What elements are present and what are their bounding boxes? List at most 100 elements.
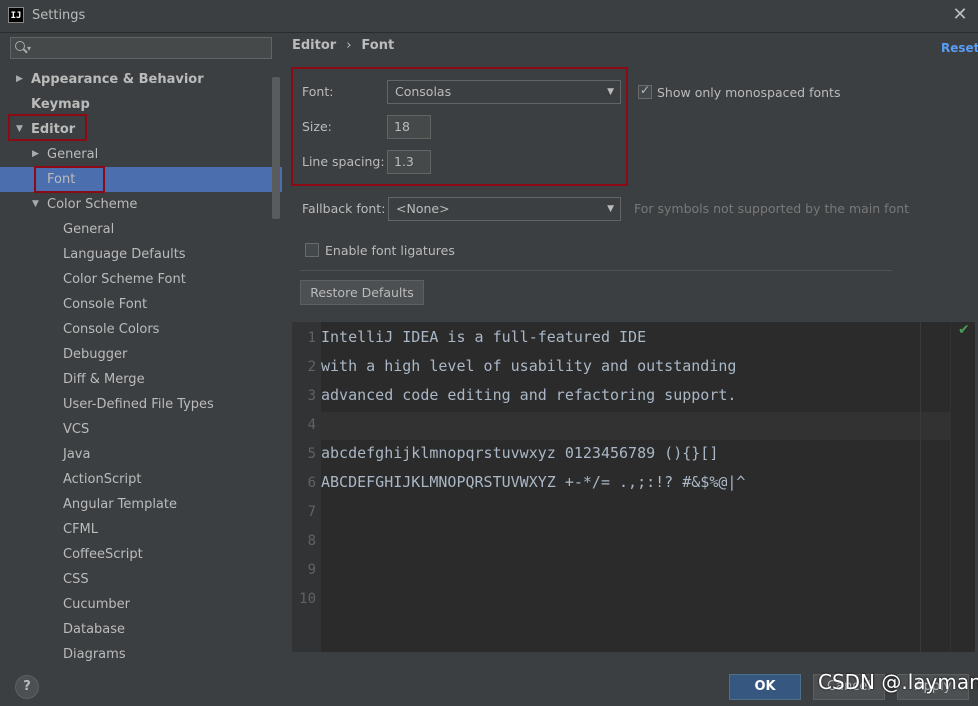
sidebar-item-cucumber[interactable]: Cucumber bbox=[0, 592, 282, 617]
line-number: 3 bbox=[307, 388, 316, 404]
inspection-ok-icon: ✔ bbox=[958, 322, 970, 338]
preview-code-line: with a high level of usability and outst… bbox=[321, 357, 737, 375]
sidebar-item-label: Editor bbox=[31, 122, 76, 137]
sidebar-item-label: Console Font bbox=[63, 297, 148, 312]
chevron-down-icon: ▾ bbox=[27, 44, 32, 53]
sidebar-item-label: Diff & Merge bbox=[63, 372, 145, 387]
sidebar-item-label: Color Scheme Font bbox=[63, 272, 186, 287]
sidebar-item-label: Java bbox=[63, 447, 91, 462]
sidebar-item-label: Database bbox=[63, 622, 126, 637]
restore-defaults-button[interactable]: Restore Defaults bbox=[300, 280, 424, 305]
sidebar-scrollbar[interactable] bbox=[272, 77, 280, 219]
line-spacing-label: Line spacing: bbox=[302, 154, 385, 169]
sidebar-item-console-font[interactable]: Console Font bbox=[0, 292, 282, 317]
breadcrumb-current: Font bbox=[361, 38, 395, 53]
help-button[interactable]: ? bbox=[15, 675, 39, 699]
sidebar-item-color-scheme[interactable]: ▼ Color Scheme bbox=[0, 192, 282, 217]
sidebar-item-label: Diagrams bbox=[63, 647, 126, 661]
sidebar-item-general[interactable]: ▶ General bbox=[0, 142, 282, 167]
sidebar-item-label: VCS bbox=[63, 422, 90, 437]
sidebar-item-label: Color Scheme bbox=[47, 197, 138, 212]
sidebar-item-label: User-Defined File Types bbox=[63, 397, 214, 412]
sidebar-item-actionscript[interactable]: ActionScript bbox=[0, 467, 282, 492]
line-number: 1 bbox=[307, 330, 316, 346]
ok-button[interactable]: OK bbox=[729, 674, 801, 700]
collapsed-arrow-icon[interactable]: ▶ bbox=[16, 67, 23, 92]
line-number: 7 bbox=[307, 504, 316, 520]
monospaced-label: Show only monospaced fonts bbox=[657, 85, 841, 100]
sidebar-item-coffeescript[interactable]: CoffeeScript bbox=[0, 542, 282, 567]
section-divider bbox=[300, 270, 892, 271]
line-number: 9 bbox=[307, 562, 316, 578]
breadcrumb: Editor › Font bbox=[292, 38, 394, 53]
ligatures-label: Enable font ligatures bbox=[325, 243, 455, 258]
expanded-arrow-icon[interactable]: ▼ bbox=[32, 192, 39, 217]
breadcrumb-separator: › bbox=[346, 38, 352, 53]
monospaced-checkbox[interactable] bbox=[638, 83, 652, 99]
sidebar-item-label: Debugger bbox=[63, 347, 128, 362]
expanded-arrow-icon[interactable]: ▼ bbox=[16, 117, 23, 142]
search-input[interactable]: ▾ bbox=[10, 37, 272, 59]
breadcrumb-parent[interactable]: Editor bbox=[292, 38, 336, 53]
sidebar-item-java[interactable]: Java bbox=[0, 442, 282, 467]
sidebar-item-diagrams[interactable]: Diagrams bbox=[0, 642, 282, 661]
fallback-font-hint: For symbols not supported by the main fo… bbox=[634, 201, 910, 216]
fallback-font-value: <None> bbox=[396, 201, 450, 216]
sidebar-item-label: General bbox=[47, 147, 99, 162]
preview-code-line: abcdefghijklmnopqrstuvwxyz 0123456789 ()… bbox=[321, 444, 719, 462]
sidebar-item-label: Console Colors bbox=[63, 322, 160, 337]
sidebar-item-editor[interactable]: ▼ Editor bbox=[0, 117, 282, 142]
window-title: Settings bbox=[32, 8, 86, 23]
sidebar-item-language-defaults[interactable]: Language Defaults bbox=[0, 242, 282, 267]
sidebar-item-cfml[interactable]: CFML bbox=[0, 517, 282, 542]
font-label: Font: bbox=[302, 84, 334, 99]
line-number: 2 bbox=[307, 359, 316, 375]
sidebar-item-color-scheme-font[interactable]: Color Scheme Font bbox=[0, 267, 282, 292]
sidebar-item-general[interactable]: General bbox=[0, 217, 282, 242]
sidebar-item-label: CoffeeScript bbox=[63, 547, 143, 562]
sidebar-item-label: Font bbox=[47, 172, 76, 187]
sidebar-item-label: Appearance & Behavior bbox=[31, 72, 204, 87]
sidebar-item-user-defined-file-types[interactable]: User-Defined File Types bbox=[0, 392, 282, 417]
size-field[interactable]: 18 bbox=[387, 115, 431, 139]
ligatures-checkbox[interactable] bbox=[305, 243, 319, 257]
preview-scrollbar[interactable] bbox=[950, 322, 975, 652]
sidebar-item-debugger[interactable]: Debugger bbox=[0, 342, 282, 367]
preview-code-line: ABCDEFGHIJKLMNOPQRSTUVWXYZ +-*/= .,;:!? … bbox=[321, 473, 746, 491]
title-bar: IJ Settings ✕ bbox=[0, 0, 978, 33]
font-dropdown[interactable]: Consolas ▼ bbox=[387, 80, 621, 104]
font-preview-editor[interactable]: 1 2 3 4 5 6 7 8 9 10 IntelliJ IDEA is a full-feat… bbox=[292, 322, 975, 652]
preview-code-line: IntelliJ IDEA is a full-featured IDE bbox=[321, 328, 647, 346]
sidebar-item-diff-merge[interactable]: Diff & Merge bbox=[0, 367, 282, 392]
right-margin-guide bbox=[920, 322, 921, 652]
sidebar-item-console-colors[interactable]: Console Colors bbox=[0, 317, 282, 342]
sidebar-item-font[interactable]: Font bbox=[0, 167, 282, 192]
font-value: Consolas bbox=[395, 84, 452, 99]
sidebar-item-angular-template[interactable]: Angular Template bbox=[0, 492, 282, 517]
collapsed-arrow-icon[interactable]: ▶ bbox=[32, 142, 39, 167]
sidebar-item-label: CFML bbox=[63, 522, 99, 537]
sidebar-item-label: Keymap bbox=[31, 97, 90, 112]
settings-sidebar: ▾ ▶ Appearance & Behavior Keymap ▼ Editor ▶ Ge… bbox=[0, 33, 282, 661]
line-number: 6 bbox=[307, 475, 316, 491]
reset-link[interactable]: Reset bbox=[941, 41, 978, 55]
sidebar-item-database[interactable]: Database bbox=[0, 617, 282, 642]
line-spacing-field[interactable]: 1.3 bbox=[387, 150, 431, 174]
line-number-gutter: 1 2 3 4 5 6 7 8 9 10 bbox=[292, 322, 321, 652]
csdn-watermark: CSDN @.layman bbox=[818, 670, 978, 694]
search-icon bbox=[15, 41, 25, 51]
caret-row-highlight bbox=[321, 412, 950, 440]
sidebar-item-label: Language Defaults bbox=[63, 247, 186, 262]
dropdown-arrow-icon: ▼ bbox=[607, 87, 614, 97]
sidebar-item-label: Cucumber bbox=[63, 597, 130, 612]
sidebar-item-label: Angular Template bbox=[63, 497, 177, 512]
sidebar-item-css[interactable]: CSS bbox=[0, 567, 282, 592]
sidebar-item-label: ActionScript bbox=[63, 472, 142, 487]
close-icon[interactable]: ✕ bbox=[950, 4, 970, 26]
line-number: 10 bbox=[299, 591, 316, 607]
preview-code-line: advanced code editing and refactoring su… bbox=[321, 386, 737, 404]
fallback-font-dropdown[interactable]: <None> ▼ bbox=[388, 197, 621, 221]
sidebar-item-keymap[interactable]: Keymap bbox=[0, 92, 282, 117]
sidebar-item-appearance-behavior[interactable]: ▶ Appearance & Behavior bbox=[0, 67, 282, 92]
sidebar-item-vcs[interactable]: VCS bbox=[0, 417, 282, 442]
